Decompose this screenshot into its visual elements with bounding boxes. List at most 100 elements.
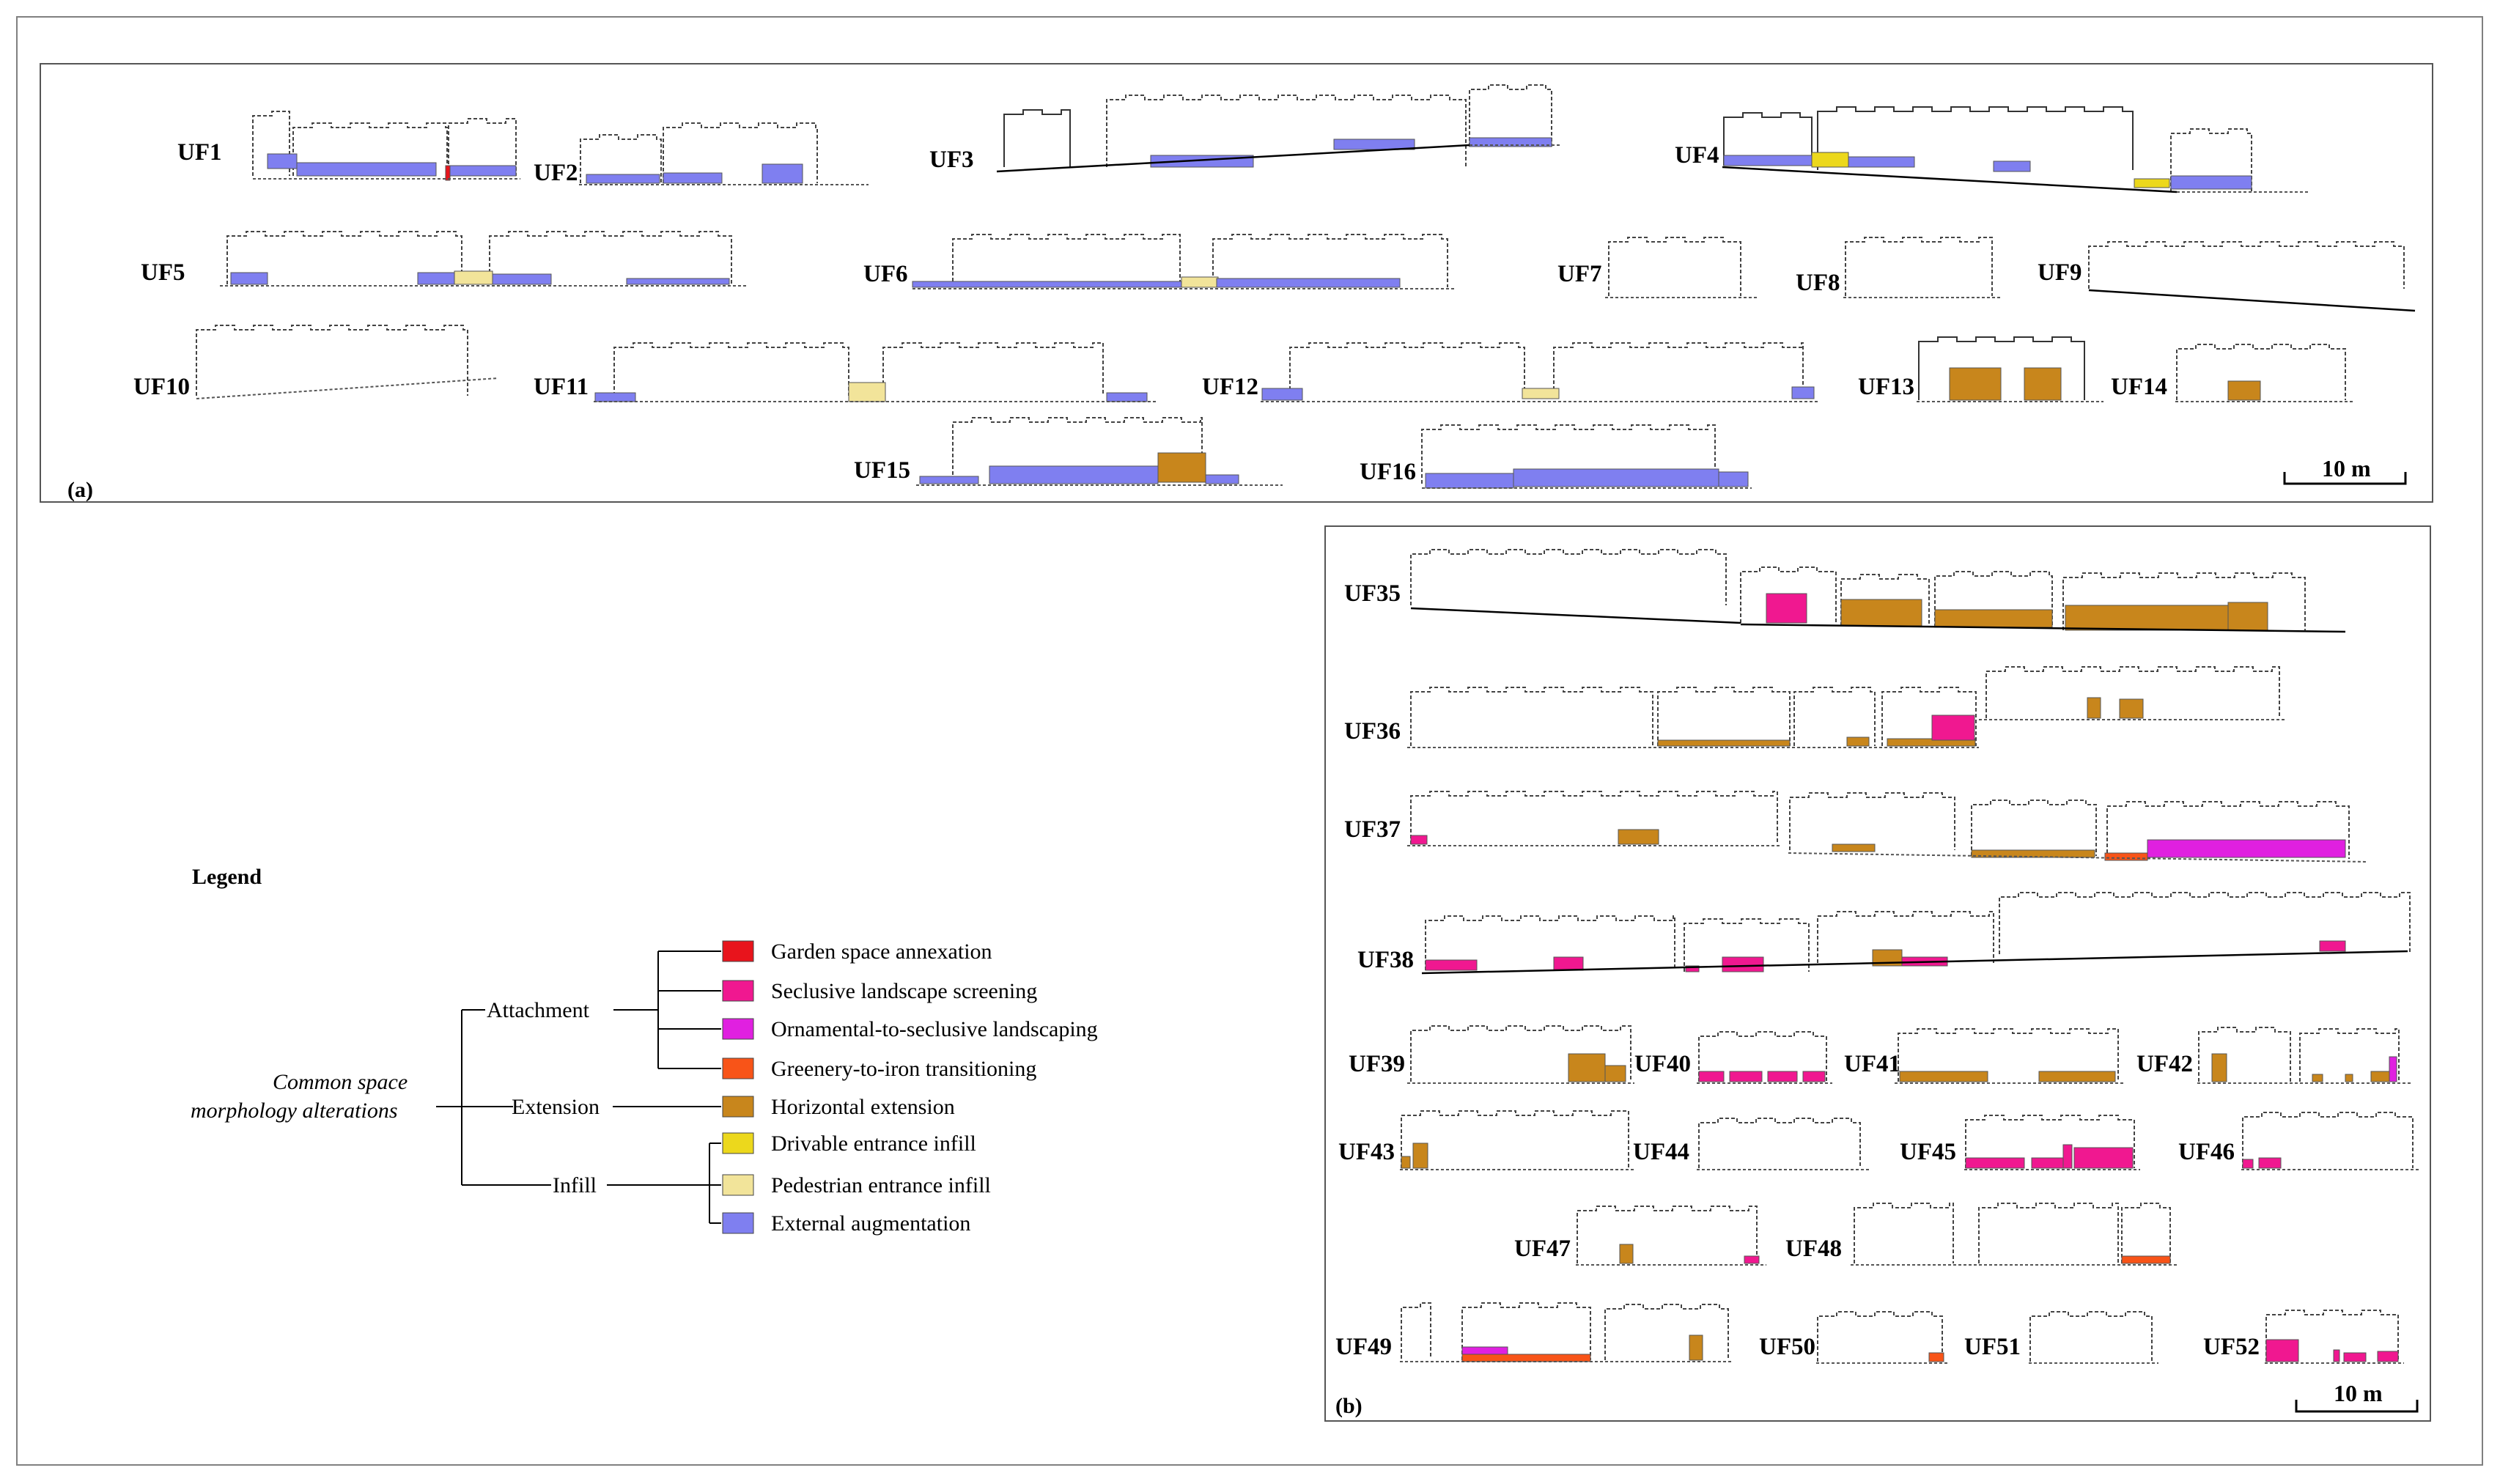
legend-item-label: Drivable entrance infill: [771, 1132, 976, 1156]
alteration-block: [1928, 1352, 1944, 1362]
unit-label: UF15: [854, 457, 910, 484]
alteration-block: [626, 278, 730, 285]
building-outline: [1845, 237, 1993, 296]
alteration-block: [454, 270, 493, 285]
building-outline: [1657, 687, 1791, 746]
building-outline: [1410, 791, 1778, 844]
alteration-block: [296, 162, 437, 177]
alteration-block: [1993, 160, 2031, 172]
unit-label: UF5: [141, 259, 185, 286]
unit-label: UF42: [2136, 1051, 2193, 1077]
alteration-block: [2242, 1159, 2254, 1169]
ground-line: [1722, 166, 2178, 193]
building-outline: [1854, 1203, 1954, 1263]
unit-label: UF37: [1344, 816, 1401, 843]
alteration-block: [267, 153, 298, 169]
alteration-block: [919, 476, 979, 484]
alteration-block: [1205, 474, 1239, 484]
legend-group-extension: Extension: [512, 1095, 600, 1119]
alteration-block: [2073, 1147, 2134, 1169]
alteration-block: [2024, 367, 2062, 401]
legend-swatch: [722, 940, 754, 962]
alteration-block: [912, 281, 1184, 288]
unit-label: UF11: [534, 374, 589, 400]
alteration-block: [1767, 1071, 1798, 1082]
legend-swatch: [722, 1096, 754, 1118]
alteration-block: [1216, 278, 1401, 288]
legend-item-label: Pedestrian entrance infill: [771, 1173, 991, 1197]
alteration-block: [1553, 956, 1584, 971]
unit-label: UF38: [1357, 947, 1414, 973]
legend-item-label: Seclusive landscape screening: [771, 979, 1037, 1003]
alteration-block: [1848, 156, 1915, 168]
ground-line: [996, 144, 1470, 173]
alteration-block: [1729, 1071, 1763, 1082]
building-outline: [1469, 84, 1552, 147]
alteration-block: [2062, 1144, 2073, 1169]
ground-line: [2088, 289, 2416, 312]
alteration-block: [2258, 1157, 2282, 1169]
alteration-block: [2134, 178, 2170, 188]
alteration-block: [1791, 386, 1815, 399]
ground-line: [196, 377, 499, 399]
unit-label: UF7: [1557, 261, 1602, 287]
alteration-block: [2265, 1339, 2299, 1362]
legend-group-attachment: Attachment: [487, 998, 590, 1022]
alteration-block: [1513, 468, 1719, 487]
alteration-block: [1723, 155, 1813, 166]
building-outline: [1698, 1118, 1861, 1168]
alteration-block: [2389, 1056, 2397, 1082]
legend-swatch: [722, 1212, 754, 1234]
alteration-block: [2170, 175, 2252, 190]
alteration-block: [989, 465, 1159, 484]
panel-b-scalebar-label: 10 m: [2334, 1380, 2383, 1406]
legend-root-line-2: morphology alterations: [191, 1099, 398, 1123]
alteration-block: [663, 172, 723, 184]
alteration-block: [1425, 959, 1478, 971]
building-outline: [1003, 109, 1071, 167]
unit-label: UF10: [133, 374, 190, 400]
alteration-block: [1840, 599, 1922, 627]
alteration-block: [2087, 697, 2101, 719]
building-outline: [2121, 1203, 2171, 1263]
alteration-block: [1698, 1071, 1725, 1082]
unit-label: UF3: [929, 147, 974, 173]
unit-label: UF40: [1634, 1051, 1691, 1077]
alteration-block: [1619, 1244, 1634, 1264]
unit-label: UF12: [1202, 374, 1258, 400]
legend-tree: Common space morphology alterations Attach…: [191, 940, 1098, 1236]
alteration-block: [2370, 1071, 2391, 1082]
alteration-block: [230, 272, 268, 285]
unit-label: UF9: [2038, 259, 2082, 286]
unit-label: UF39: [1349, 1051, 1405, 1077]
building-outline: [2176, 344, 2346, 400]
building-outline: [1401, 1302, 1431, 1359]
alteration-block: [1965, 1157, 2025, 1169]
alteration-block: [2333, 1349, 2340, 1362]
panel-a-drawings: UF1 UF2 UF3 UF4 UF5 UF6 UF7 UF8 UF9 UF10 UF11 UF12 U…: [133, 84, 2416, 489]
building-outline: [1817, 911, 1994, 963]
unit-label: UF2: [534, 160, 578, 186]
building-outline: [1999, 892, 2411, 954]
alteration-block: [762, 163, 803, 184]
alteration-block: [2319, 940, 2346, 952]
panel-a-scalebar: 10 m: [2283, 455, 2407, 485]
unit-label: UF46: [2178, 1139, 2235, 1165]
alteration-block: [1689, 1335, 1703, 1361]
building-outline: [1608, 237, 1741, 296]
alteration-block: [492, 273, 552, 285]
alteration-block: [1811, 152, 1849, 168]
alteration-block: [2121, 1255, 2171, 1264]
legend-group-infill: Infill: [553, 1173, 597, 1197]
alteration-block: [1802, 1071, 1826, 1082]
legend-swatch: [722, 1018, 754, 1040]
alteration-block: [2343, 1352, 2367, 1362]
legend-swatch: [722, 980, 754, 1002]
alteration-block: [1949, 367, 2002, 401]
building-outline: [1789, 792, 1955, 850]
alteration-block: [2377, 1351, 2399, 1362]
unit-label: UF47: [1514, 1236, 1571, 1262]
alteration-block: [1618, 829, 1659, 845]
alteration-block: [2147, 839, 2346, 858]
building-outline: [882, 342, 1104, 396]
